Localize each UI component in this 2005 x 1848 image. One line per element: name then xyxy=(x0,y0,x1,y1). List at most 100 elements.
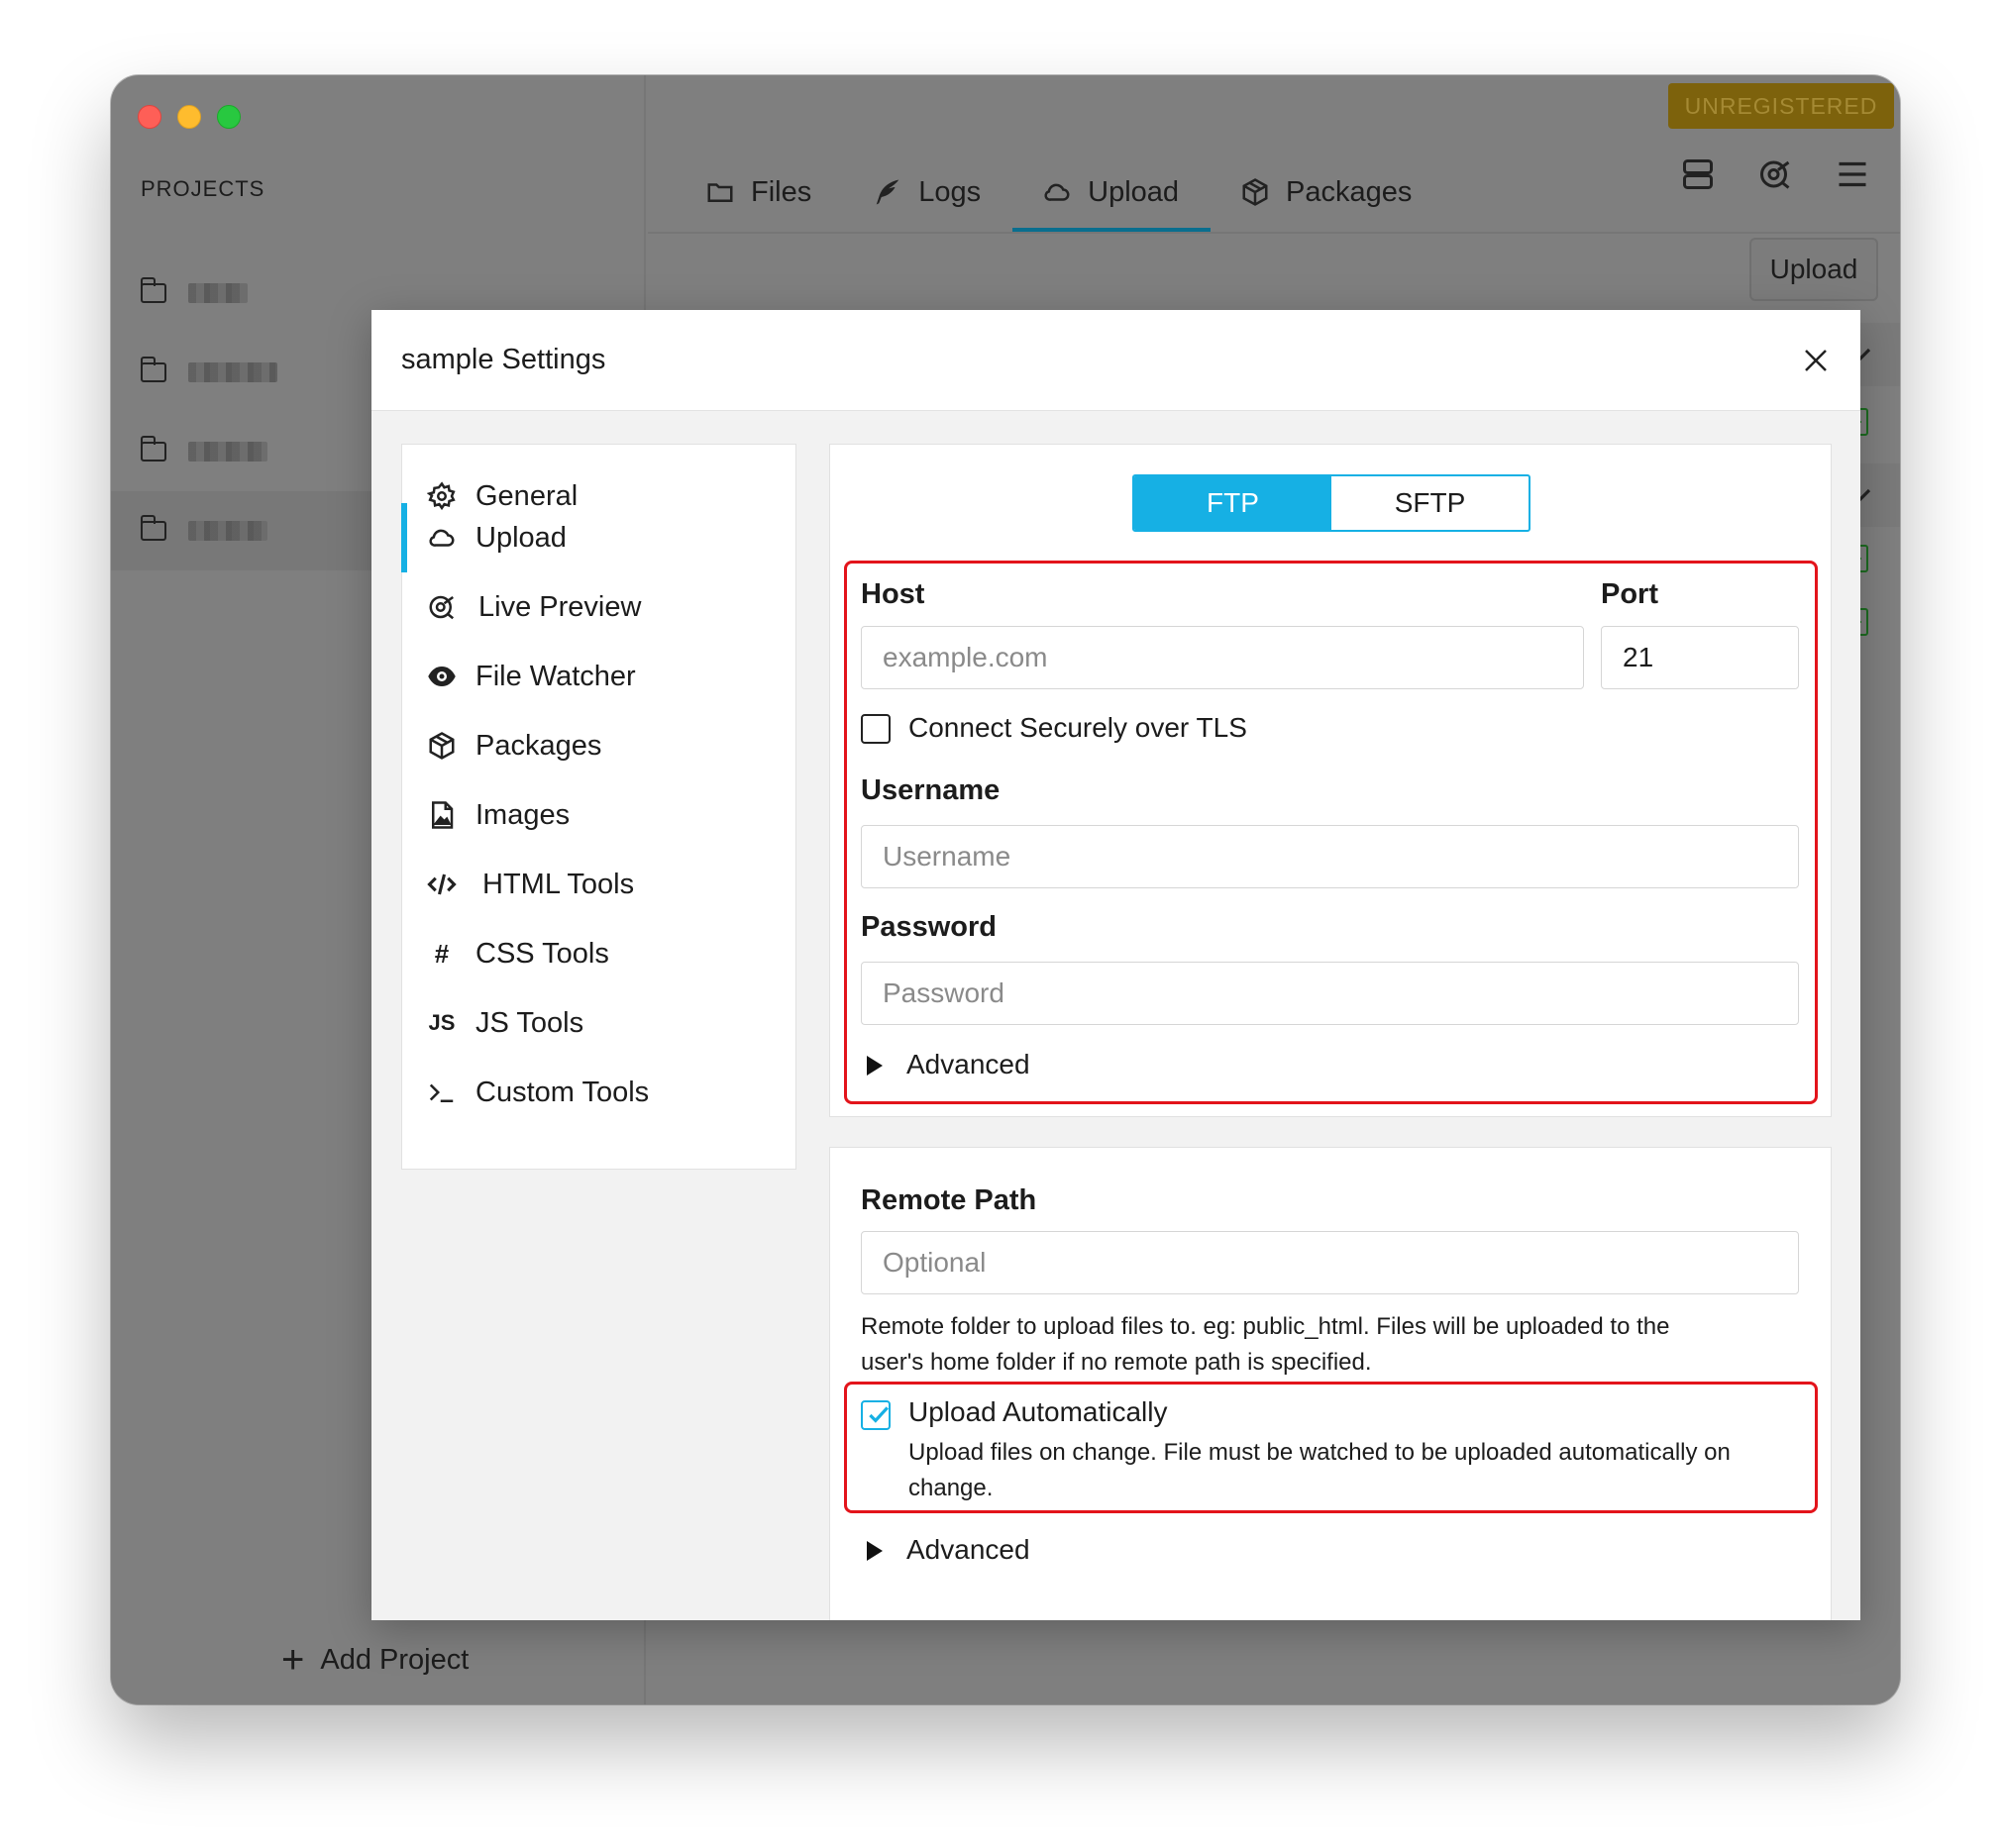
folder-icon xyxy=(140,357,166,382)
upload-automatically-help: Upload files on change. File must be wat… xyxy=(908,1435,1731,1506)
advanced-toggle[interactable]: Advanced xyxy=(906,1534,1030,1566)
username-label: Username xyxy=(861,774,1001,806)
add-project-label: Add Project xyxy=(320,1643,470,1676)
settings-nav: General Upload Live Preview File Watcher… xyxy=(401,444,796,1170)
host-placeholder: example.com xyxy=(883,642,1048,672)
tab-packages[interactable]: Packages xyxy=(1211,153,1443,232)
tls-label: Connect Securely over TLS xyxy=(908,712,1247,743)
close-icon[interactable] xyxy=(1801,346,1831,375)
add-project-button[interactable]: + Add Project xyxy=(281,1640,469,1680)
help-line: change. xyxy=(908,1475,994,1501)
cloud-icon xyxy=(1044,183,1070,201)
folder-icon xyxy=(140,277,166,303)
password-input[interactable]: Password xyxy=(861,962,1799,1025)
password-label: Password xyxy=(861,911,997,943)
hash-icon: # xyxy=(434,938,450,969)
nav-item-images[interactable]: Images xyxy=(402,780,795,850)
nav-item-upload[interactable]: Upload xyxy=(401,503,795,572)
folder-icon xyxy=(140,436,166,462)
live-preview-icon[interactable] xyxy=(1757,156,1793,192)
tab-label: Upload xyxy=(1088,175,1180,208)
nav-label: File Watcher xyxy=(475,660,636,692)
menu-icon[interactable] xyxy=(1835,156,1870,192)
tab-upload[interactable]: Upload xyxy=(1012,153,1211,232)
nav-label: Upload xyxy=(475,521,567,554)
app-window: UNREGISTERED PROJECTS + Add Project File… xyxy=(111,75,1900,1704)
folder-icon xyxy=(140,515,166,541)
username-placeholder: Username xyxy=(883,841,1011,872)
nav-label: CSS Tools xyxy=(475,937,609,970)
nav-item-custom-tools[interactable]: Custom Tools xyxy=(402,1058,795,1127)
remote-path-placeholder: Optional xyxy=(883,1247,987,1278)
image-icon xyxy=(432,801,454,829)
tab-label: Packages xyxy=(1286,175,1413,208)
nav-item-js-tools[interactable]: JS JS Tools xyxy=(402,988,795,1058)
remote-path-label: Remote Path xyxy=(861,1184,1037,1216)
password-placeholder: Password xyxy=(883,977,1004,1008)
js-icon: JS xyxy=(428,1010,456,1035)
unregistered-badge[interactable]: UNREGISTERED xyxy=(1668,83,1894,129)
server-icon[interactable] xyxy=(1680,156,1716,192)
nav-label: Custom Tools xyxy=(475,1076,650,1108)
package-icon xyxy=(429,732,455,760)
port-label: Port xyxy=(1601,578,1658,610)
nav-label: Live Preview xyxy=(478,590,642,623)
eye-icon xyxy=(428,667,456,686)
live-preview-icon xyxy=(429,595,455,620)
main-tabs: Files Logs Upload Packages xyxy=(676,153,1443,232)
folder-icon xyxy=(707,183,733,202)
terminal-icon xyxy=(429,1083,454,1102)
plus-icon: + xyxy=(281,1638,305,1682)
remote-path-input[interactable]: Optional xyxy=(861,1231,1799,1294)
remote-panel: Remote Path Optional Remote folder to up… xyxy=(829,1147,1832,1620)
host-input[interactable]: example.com xyxy=(861,626,1584,689)
toolbar-icons xyxy=(1680,156,1870,192)
upload-automatically-label: Upload Automatically xyxy=(908,1396,1168,1427)
nav-item-live-preview[interactable]: Live Preview xyxy=(402,572,795,642)
code-icon xyxy=(427,873,457,895)
tab-label: Logs xyxy=(918,175,982,208)
tab-files[interactable]: Files xyxy=(676,153,843,232)
package-icon xyxy=(1242,178,1268,206)
disclosure-triangle-icon[interactable] xyxy=(867,1541,883,1561)
help-line: user's home folder if no remote path is … xyxy=(861,1349,1372,1376)
nav-label: Images xyxy=(475,798,571,831)
protocol-sftp-button[interactable]: SFTP xyxy=(1331,476,1529,530)
tab-label: Files xyxy=(751,175,812,208)
remote-path-help: Remote folder to upload files to. eg: pu… xyxy=(861,1309,1669,1381)
checkmark-icon xyxy=(869,1406,889,1423)
nav-item-packages[interactable]: Packages xyxy=(402,711,795,780)
advanced-toggle[interactable]: Advanced xyxy=(906,1049,1030,1080)
nav-label: JS Tools xyxy=(475,1006,584,1039)
modal-header: sample Settings xyxy=(371,310,1860,411)
username-input[interactable]: Username xyxy=(861,825,1799,888)
protocol-selector: FTP SFTP xyxy=(1132,474,1530,532)
project-name-redacted xyxy=(188,283,248,303)
port-value: 21 xyxy=(1623,642,1654,672)
tab-logs[interactable]: Logs xyxy=(843,153,1012,232)
help-line: Upload files on change. File must be wat… xyxy=(908,1439,1731,1466)
connection-panel: FTP SFTP Host Port example.com 21 Connec… xyxy=(829,444,1832,1117)
modal-title: sample Settings xyxy=(401,344,606,375)
nav-item-file-watcher[interactable]: File Watcher xyxy=(402,642,795,711)
tabs-divider xyxy=(648,232,1900,234)
nav-item-html-tools[interactable]: HTML Tools xyxy=(402,850,795,919)
project-name-redacted xyxy=(188,442,267,462)
disclosure-triangle-icon[interactable] xyxy=(867,1056,883,1076)
project-name-redacted xyxy=(188,521,267,541)
settings-modal: sample Settings General Upload Live Prev… xyxy=(371,310,1860,1620)
tls-checkbox[interactable] xyxy=(861,714,891,744)
nav-label: HTML Tools xyxy=(482,868,635,900)
protocol-ftp-button[interactable]: FTP xyxy=(1134,476,1331,530)
port-input[interactable]: 21 xyxy=(1601,626,1799,689)
host-label: Host xyxy=(861,578,925,610)
cloud-icon xyxy=(429,529,455,547)
help-line: Remote folder to upload files to. eg: pu… xyxy=(861,1313,1670,1340)
project-name-redacted xyxy=(188,362,277,382)
projects-heading: PROJECTS xyxy=(141,176,265,201)
upload-automatically-checkbox[interactable] xyxy=(861,1400,891,1430)
nav-label: Packages xyxy=(475,729,602,762)
upload-button[interactable]: Upload xyxy=(1749,238,1878,301)
feather-icon xyxy=(876,179,899,205)
nav-item-css-tools[interactable]: # CSS Tools xyxy=(402,919,795,988)
